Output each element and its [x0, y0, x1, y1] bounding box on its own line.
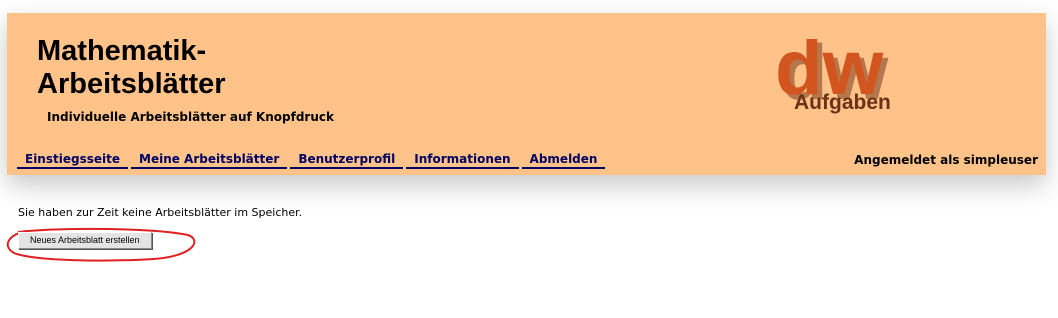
nav-einstiegsseite[interactable]: Einstiegsseite [17, 152, 128, 169]
nav-informationen[interactable]: Informationen [406, 152, 519, 169]
main-nav: Einstiegsseite Meine Arbeitsblätter Benu… [17, 152, 608, 169]
site-title-line-1: Mathematik- [37, 35, 207, 67]
login-status: Angemeldet als simpleuser [854, 153, 1038, 167]
create-worksheet-button[interactable]: Neues Arbeitsblatt erstellen [18, 232, 152, 249]
site-title-line-2: Arbeitsblätter [37, 68, 226, 100]
empty-worksheets-message: Sie haben zur Zeit keine Arbeitsblätter … [18, 206, 303, 219]
dw-aufgaben-logo: dw dw Aufgaben [775, 39, 891, 114]
page-header: Mathematik- Arbeitsblätter Individuelle … [7, 13, 1046, 175]
nav-abmelden[interactable]: Abmelden [521, 152, 606, 169]
site-title: Mathematik- Arbeitsblätter [37, 35, 226, 101]
logo-small-text: Aufgaben [794, 91, 891, 114]
nav-benutzerprofil[interactable]: Benutzerprofil [290, 152, 404, 169]
site-subtitle: Individuelle Arbeitsblätter auf Knopfdru… [47, 110, 334, 124]
nav-meine-arbeitsblaetter[interactable]: Meine Arbeitsblätter [131, 152, 288, 169]
